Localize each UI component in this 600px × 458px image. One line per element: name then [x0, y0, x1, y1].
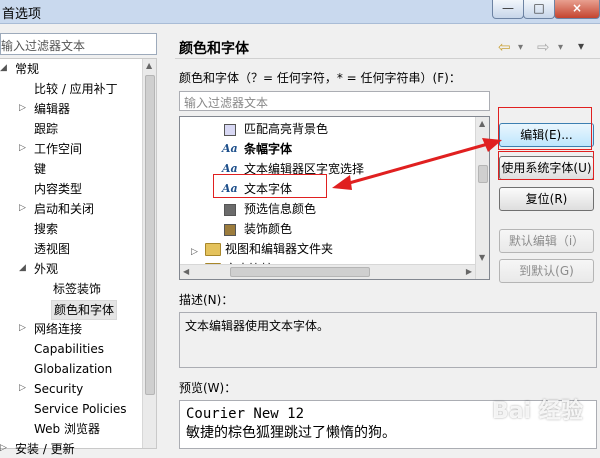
folder-icon	[205, 243, 221, 256]
back-dropdown-icon[interactable]: ▾	[518, 42, 523, 53]
font-icon: Aa	[222, 142, 238, 155]
view-menu-icon[interactable]: ▾	[578, 39, 584, 53]
scroll-right-icon[interactable]: ▶	[466, 267, 472, 276]
tree-item[interactable]: 键	[32, 160, 48, 178]
minimize-button[interactable]: —	[492, 0, 524, 19]
list-item-label: 匹配高亮背景色	[244, 122, 329, 136]
tree-item[interactable]: Service Policies	[32, 400, 129, 418]
list-item[interactable]: ▷ 视图和编辑器文件夹	[180, 239, 475, 259]
forward-dropdown-icon[interactable]: ▾	[558, 42, 563, 53]
scroll-left-icon[interactable]: ◀	[183, 267, 189, 276]
collapse-arrow-icon[interactable]: ▷	[0, 443, 7, 453]
list-item-label: 条幅字体	[244, 142, 293, 156]
tree-item[interactable]: 跟踪	[32, 120, 60, 138]
tree-item[interactable]: 常规	[13, 60, 41, 78]
tree-item[interactable]: 透视图	[32, 240, 72, 258]
reset-button[interactable]: 复位(R)	[499, 187, 594, 211]
list-hscroll-thumb[interactable]	[230, 267, 370, 277]
preview-label: 预览(W)：	[179, 381, 237, 395]
tree-item[interactable]: 启动和关闭	[32, 200, 96, 218]
expand-arrow-icon[interactable]: ▷	[191, 242, 198, 262]
expand-arrow-icon[interactable]: ◢	[19, 263, 26, 273]
list-item-label: 预选信息颜色	[244, 202, 317, 216]
tree-item[interactable]: Capabilities	[32, 340, 106, 358]
tree-scroll-thumb[interactable]	[145, 75, 155, 395]
window-title: 首选项	[2, 7, 42, 22]
tree-item[interactable]: 比较 / 应用补丁	[32, 80, 120, 98]
color-swatch-icon	[224, 224, 236, 236]
list-item-label: 视图和编辑器文件夹	[225, 242, 334, 256]
tree-item[interactable]: 外观	[32, 260, 60, 278]
preferences-tree: ◢ 常规比较 / 应用补丁 ▷ 编辑器跟踪 ▷ 工作空间键内容类型 ▷ 启动和关闭搜索透视图 ◢…	[0, 58, 157, 456]
tree-item[interactable]: 内容类型	[32, 180, 84, 198]
scroll-up-icon[interactable]: ▲	[479, 119, 485, 128]
tree-item[interactable]: Web 浏览器	[32, 420, 102, 438]
maximize-button[interactable]: □	[523, 0, 555, 19]
arrow-head-left	[332, 175, 352, 190]
tree-item[interactable]: 安装 / 更新	[13, 440, 77, 458]
page-title: 颜色和字体	[179, 41, 249, 57]
tree-item[interactable]: 编辑器	[32, 100, 72, 118]
title-bar: 首选项 — □ ×	[0, 0, 600, 24]
preview-line-sample: 敏捷的棕色狐狸跳过了懒惰的狗。	[186, 425, 396, 441]
annotation-box-text-font	[213, 174, 327, 198]
back-arrow-icon[interactable]: ⇦	[498, 38, 511, 56]
edit-default-button[interactable]: 默认编辑（i）	[499, 229, 594, 253]
collapse-arrow-icon[interactable]: ▷	[19, 103, 26, 113]
color-swatch-icon	[224, 204, 236, 216]
list-horizontal-scrollbar[interactable]: ◀ ▶	[180, 264, 475, 279]
description-box: 文本编辑器使用文本字体。	[179, 312, 597, 368]
header-separator	[175, 58, 600, 59]
annotation-arrow	[332, 138, 502, 190]
description-label: 描述(N)：	[179, 293, 234, 307]
tree-item[interactable]: 网络连接	[32, 320, 84, 338]
tree-vertical-scrollbar[interactable]: ▲	[142, 59, 156, 448]
colors-fonts-label: 颜色和字体（？= 任何字符，* = 任何字符串）(F)：	[179, 71, 461, 85]
close-button[interactable]: ×	[554, 0, 600, 19]
tree-item[interactable]: 搜索	[32, 220, 60, 238]
annotation-box-edit	[498, 107, 592, 150]
forward-arrow-icon[interactable]: ⇨	[537, 38, 550, 56]
colors-filter-input[interactable]: 输入过滤器文本	[179, 91, 490, 111]
arrow-head-right	[482, 138, 502, 152]
list-item[interactable]: 装饰颜色	[180, 219, 475, 239]
tree-item[interactable]: Globalization	[32, 360, 114, 378]
annotation-box-system-font	[498, 151, 594, 180]
tree-item[interactable]: 工作空间	[32, 140, 84, 158]
go-to-default-button[interactable]: 到默认(G)	[499, 259, 594, 283]
scroll-up-icon[interactable]: ▲	[146, 61, 152, 70]
list-item-label: 装饰颜色	[244, 222, 293, 236]
color-swatch-icon	[224, 124, 236, 136]
tree-item[interactable]: 标签装饰	[51, 280, 103, 298]
baidu-watermark: Bai 经验	[492, 399, 583, 424]
scroll-down-icon[interactable]: ▼	[479, 253, 485, 262]
collapse-arrow-icon[interactable]: ▷	[19, 143, 26, 153]
list-item[interactable]: 预选信息颜色	[180, 199, 475, 219]
tree-item[interactable]: 颜色和字体	[51, 300, 118, 320]
left-filter-input[interactable]: 输入过滤器文本	[0, 33, 157, 55]
tree-item[interactable]: Security	[32, 380, 85, 398]
arrow-line-2	[341, 141, 496, 186]
collapse-arrow-icon[interactable]: ▷	[19, 203, 26, 213]
collapse-arrow-icon[interactable]: ▷	[19, 323, 26, 333]
collapse-arrow-icon[interactable]: ▷	[19, 383, 26, 393]
expand-arrow-icon[interactable]: ◢	[0, 63, 7, 73]
